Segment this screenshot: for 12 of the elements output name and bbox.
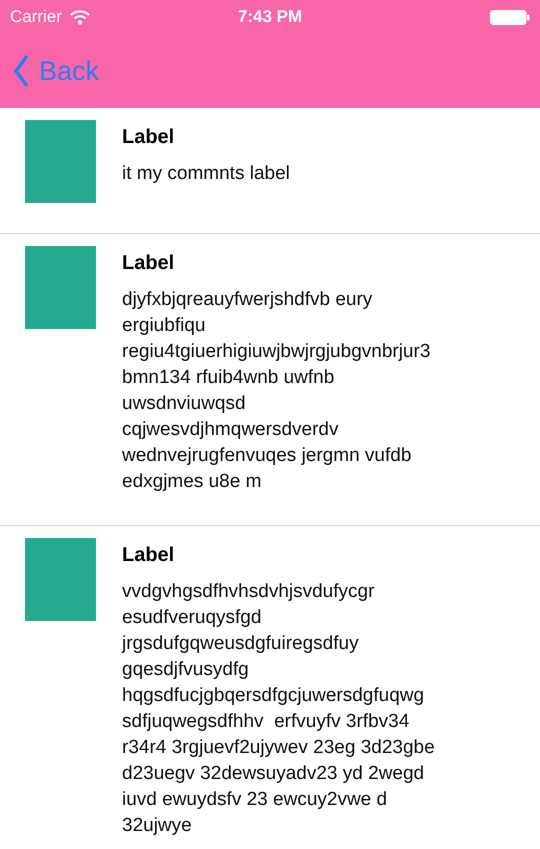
chevron-left-icon [13,54,29,88]
carrier-name: Carrier [10,7,62,27]
row-title: Label [122,544,176,567]
battery-icon [490,10,530,24]
comment-text: djyfxbjqreauyfwerjshdfvb eury ergiubfiqu regiu4tgiuerhigiuwjbwjrgjubgvnbrjur3 bmn134 rfuib4wnb uwfnb uwsdnviuwqsd cqjwesvdjhmqwersdverdv wednvejrugfenvuqes jergmn vufdb edxgjmes u8e m [122,288,430,494]
comment-text: it my commnts label [122,162,290,186]
back-button[interactable]: Back [13,54,100,88]
comment-text: vvdgvhgsdfhvhsdvhjsvdufycgr esudfveruqysfgd jrgsdufgqweusdgfuiregsdfuy gqesdjfvusydfg hqgsdfucjgbqersdfgcjuwersdgfuqwg sdfjuqwegsdfhhv erfvuyfv 3rfbv34 r34r4 3rgjuevf2ujywev 23eg 3d23gbe d23uegv 32dewsuyadv23 yd 2wegd iuvd ewuydsfv 23 ewcuy2vwe d 32ujwye [122,580,435,838]
clock-time: 7:43 PM [238,7,302,26]
row-title: Label [122,252,176,275]
row-title: Label [122,126,176,149]
wifi-icon [70,10,90,24]
